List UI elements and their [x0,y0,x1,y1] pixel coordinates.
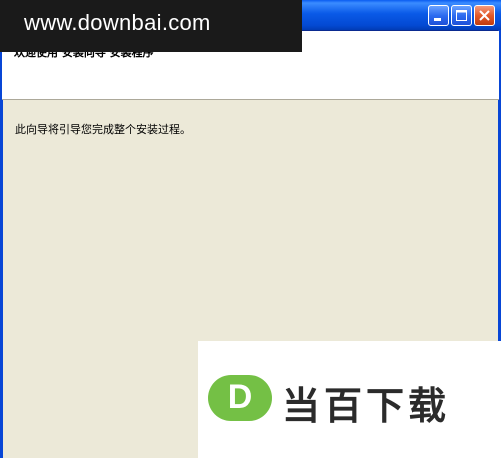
maximize-button[interactable] [451,5,472,26]
site-watermark-url: www.downbai.com [24,10,211,35]
title-bar-buttons [428,5,495,26]
close-icon [479,10,490,21]
minimize-icon [434,18,441,21]
logo-letter: D [227,378,253,416]
close-button[interactable] [474,5,495,26]
logo-text: 当百下载 [282,384,451,428]
site-watermark-banner: www.downbai.com [0,0,302,52]
site-logo-watermark: D 当百下载 [198,341,501,458]
installer-window: 序 欢迎使用 安装向导 安装程序 [0,0,501,458]
maximize-icon [456,10,467,21]
minimize-button[interactable] [428,5,449,26]
logo-badge: D [208,375,272,421]
wizard-intro-text: 此向导将引导您完成整个安装过程。 [15,123,191,136]
